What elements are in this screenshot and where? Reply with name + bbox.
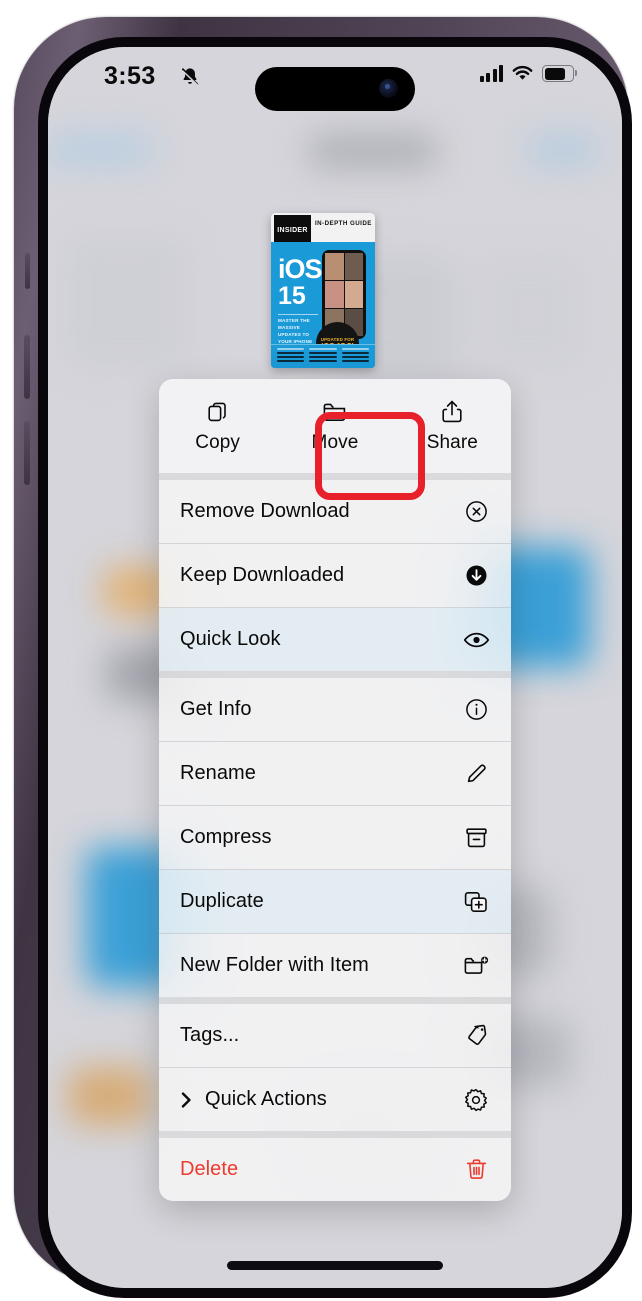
info-circle-icon [462,696,490,724]
preview-body: iOS 15 MASTER THE MASSIVE UPDATES TO YOU… [271,242,375,368]
menu-group-separator [159,997,511,1004]
menu-group-separator [159,1131,511,1138]
preview-title-line1: iOS [278,254,323,284]
preview-header: INSIDER IN-DEPTH GUIDE [271,213,375,245]
archivebox-icon [462,824,490,852]
menu-item-label: Rename [180,762,256,784]
status-indicators [479,65,577,82]
silent-switch[interactable] [25,253,30,289]
context-menu-action-row: Copy Move Share [159,379,511,473]
front-camera-icon [379,79,398,98]
plus-square-on-square-icon [462,888,490,916]
menu-item-label: Quick Actions [205,1088,327,1110]
trash-icon [462,1156,490,1184]
insider-logo: INSIDER [274,215,311,245]
menu-item-remove-download[interactable]: Remove Download [159,480,511,543]
menu-item-tags[interactable]: Tags... [159,1004,511,1067]
menu-action-share-label: Share [426,431,478,453]
menu-action-move-label: Move [311,431,359,453]
menu-action-share[interactable]: Share [394,379,511,473]
preview-banner: IN-DEPTH GUIDE [315,220,372,227]
phone-screen: 3:53 INSIDER IN-DEPTH GUIDE iOS 15 MASTE… [48,47,622,1288]
battery-icon [542,65,577,82]
file-preview-thumbnail: INSIDER IN-DEPTH GUIDE iOS 15 MASTER THE… [271,213,375,368]
menu-item-label: New Folder with Item [180,954,369,976]
menu-action-move[interactable]: Move [276,379,393,473]
copy-icon [205,399,231,425]
preview-footer [271,344,375,368]
preview-subtitle: MASTER THE MASSIVE UPDATES TO YOUR IPHON… [278,318,313,344]
folder-icon [322,399,348,425]
menu-item-label: Keep Downloaded [180,564,345,586]
menu-item-rename[interactable]: Rename [159,742,511,805]
menu-item-delete[interactable]: Delete [159,1138,511,1201]
menu-item-label: Get Info [180,698,252,720]
menu-action-copy-label: Copy [195,431,241,453]
volume-down-button[interactable] [24,421,30,485]
menu-item-label: Duplicate [180,890,264,912]
menu-item-get-info[interactable]: Get Info [159,678,511,741]
folder-badge-plus-icon [462,952,490,980]
menu-item-quick-look[interactable]: Quick Look [159,608,511,671]
menu-action-copy[interactable]: Copy [159,379,276,473]
preview-publisher: INSIDER [277,226,308,234]
menu-item-keep-downloaded[interactable]: Keep Downloaded [159,544,511,607]
tag-icon [462,1022,490,1050]
iphone-frame: 3:53 INSIDER IN-DEPTH GUIDE iOS 15 MASTE… [14,17,632,1298]
preview-divider [278,314,318,315]
volume-up-button[interactable] [24,335,30,399]
menu-item-label: Compress [180,826,272,848]
context-menu: Copy Move Share Remove Download Keep Dow… [159,379,511,1201]
menu-item-new-folder-with-item[interactable]: New Folder with Item [159,934,511,997]
preview-title-line2: 15 [278,282,306,310]
eye-icon [462,626,490,654]
menu-item-label: Quick Look [180,628,281,650]
menu-item-compress[interactable]: Compress [159,806,511,869]
arrow-down-circle-fill-icon [462,562,490,590]
status-time: 3:53 [104,62,156,90]
home-indicator[interactable] [227,1261,443,1270]
menu-item-quick-actions[interactable]: Quick Actions [159,1068,511,1131]
wifi-icon [512,65,533,80]
dynamic-island [255,67,415,111]
signal-bars-icon [479,65,503,82]
share-icon [439,399,465,425]
pencil-icon [462,760,490,788]
chevron-right-icon [180,1090,195,1110]
menu-item-label: Tags... [180,1024,240,1046]
gear-icon [462,1086,490,1114]
screenshot-canvas: 3:53 INSIDER IN-DEPTH GUIDE iOS 15 MASTE… [0,0,642,1301]
xmark-circle-icon [462,498,490,526]
menu-item-label: Remove Download [180,500,350,522]
menu-group-separator [159,473,511,480]
menu-item-duplicate[interactable]: Duplicate [159,870,511,933]
bell-slash-icon [179,65,201,89]
menu-item-label: Delete [180,1158,239,1180]
menu-group-separator [159,671,511,678]
